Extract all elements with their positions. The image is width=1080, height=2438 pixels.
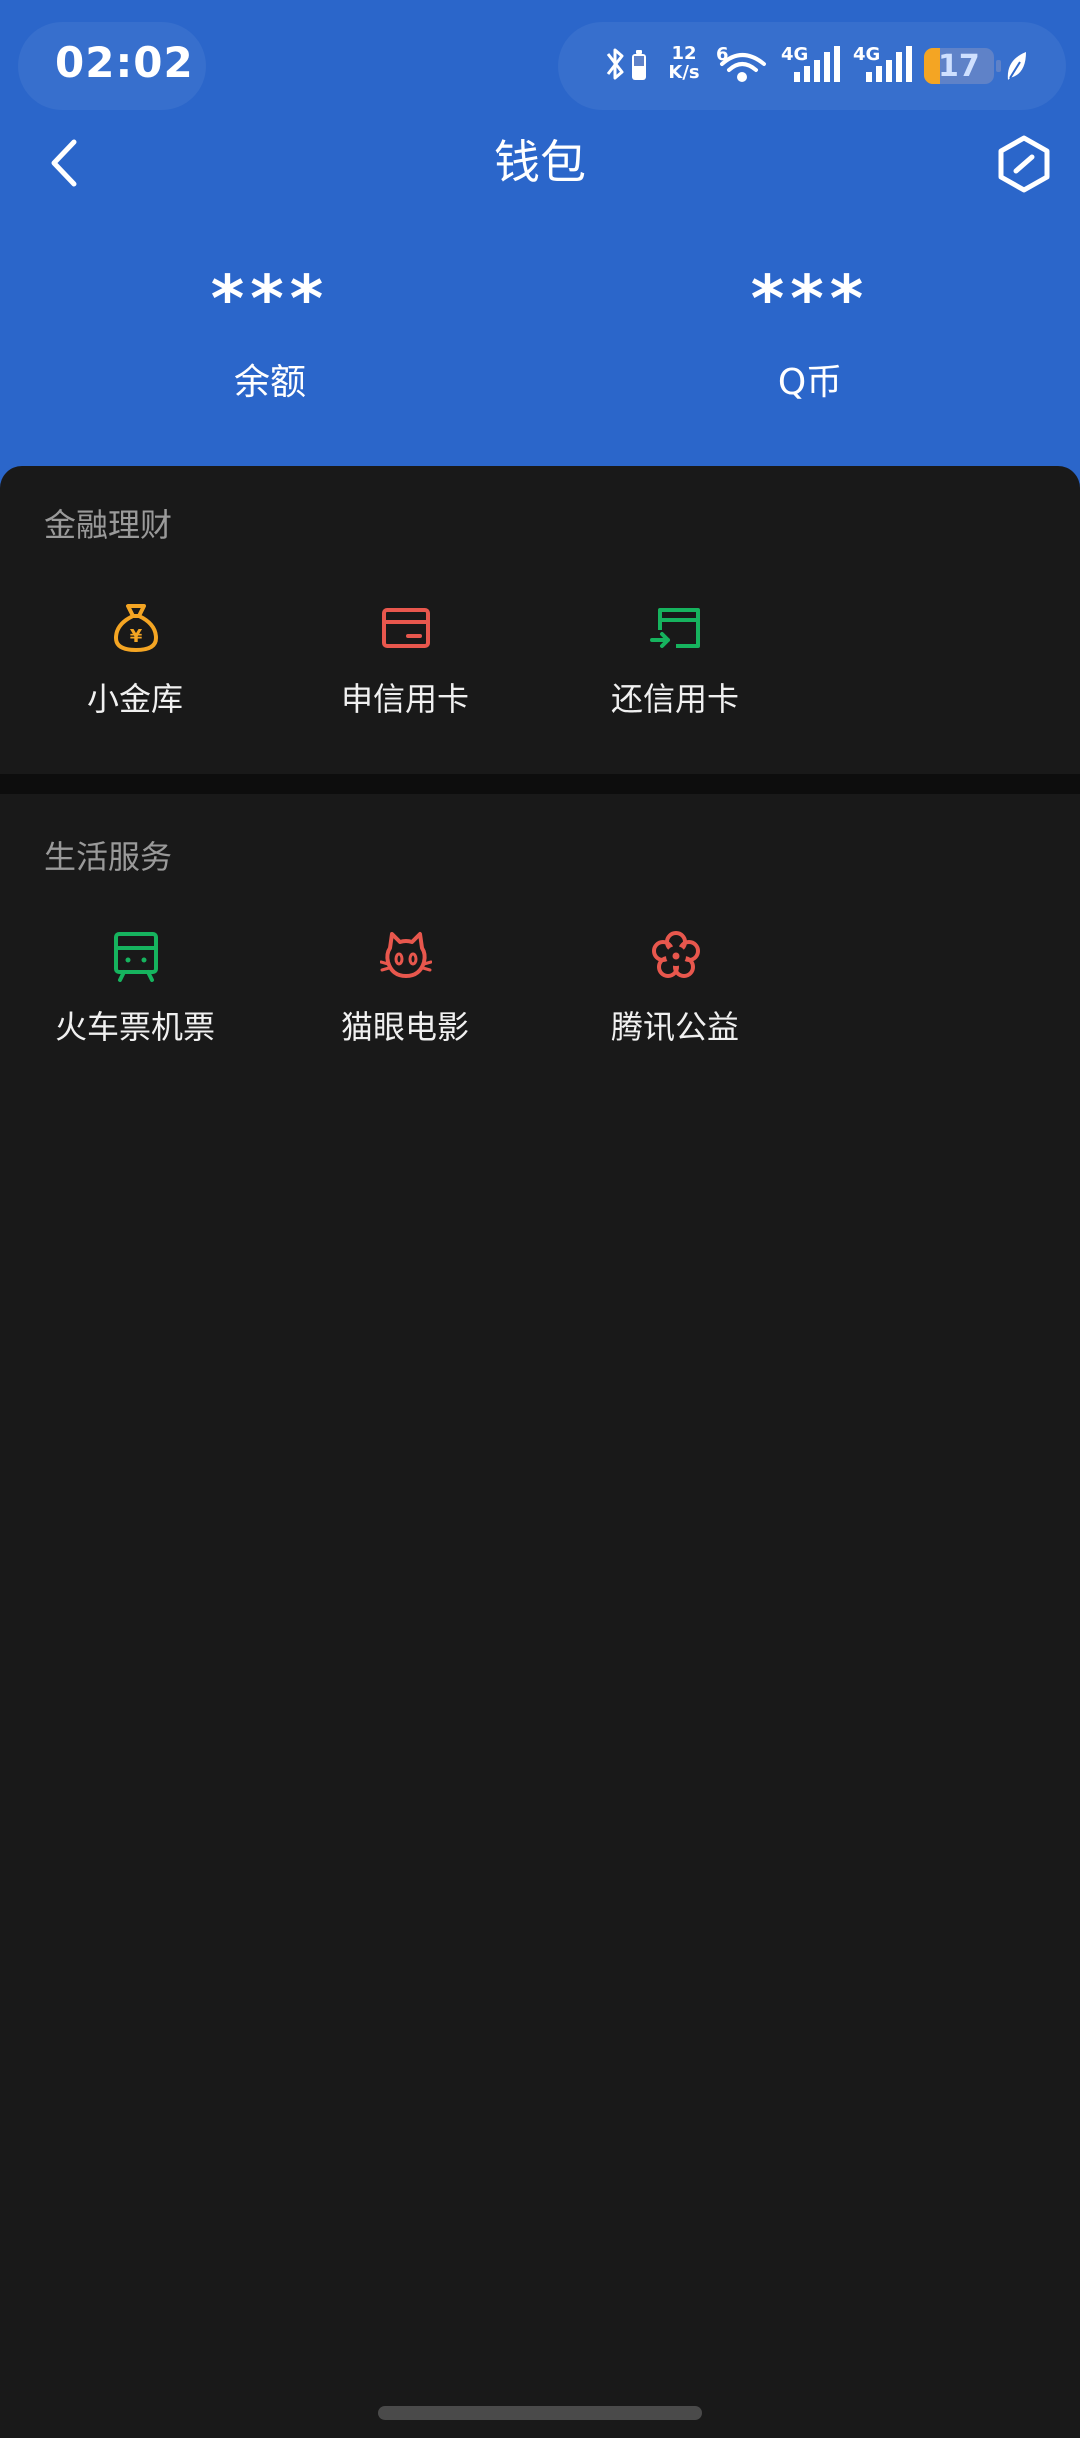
wifi-icon: 6 — [716, 44, 766, 82]
life-item-label: 火车票机票 — [54, 1008, 215, 1046]
finance-item-repay-credit-card[interactable]: 还信用卡 — [550, 602, 800, 752]
life-item-train-flight-tickets[interactable]: 火车票机票 — [10, 930, 260, 1080]
signal-icon-sim1: 4G — [781, 44, 840, 82]
bluetooth-battery-icon — [606, 48, 646, 80]
battery-tip — [996, 60, 1001, 72]
cat-icon — [380, 932, 432, 978]
network-speed: 12 K/s — [662, 44, 706, 82]
section-divider — [0, 774, 1080, 794]
balance-value: *** — [210, 263, 330, 337]
finance-item-label: 还信用卡 — [610, 680, 739, 718]
network-speed-unit: K/s — [668, 62, 700, 83]
signal1-label: 4G — [781, 44, 808, 65]
qcoin-label: Q币 — [777, 362, 843, 403]
life-section-title: 生活服务 — [44, 838, 173, 876]
battery-indicator: 17 — [924, 48, 994, 84]
finance-section-title: 金融理财 — [44, 506, 173, 544]
finance-item-apply-credit-card[interactable]: 申信用卡 — [280, 602, 530, 752]
finance-item-small-vault[interactable]: ¥ 小金库 — [10, 602, 260, 752]
svg-text:¥: ¥ — [130, 626, 143, 647]
signal-icon-sim2: 4G — [853, 44, 912, 82]
life-item-maoyan-movies[interactable]: 猫眼电影 — [280, 930, 530, 1080]
signal2-label: 4G — [853, 44, 880, 65]
life-item-tencent-charity[interactable]: 腾讯公益 — [550, 930, 800, 1080]
hexagon-settings-icon — [998, 135, 1050, 193]
battery-percent: 17 — [938, 49, 980, 84]
flower-icon — [652, 931, 700, 978]
page-title: 钱包 — [494, 135, 586, 189]
finance-item-label: 申信用卡 — [340, 680, 469, 718]
back-arrow-icon — [51, 139, 77, 187]
qcoin-summary[interactable]: *** Q币 — [660, 262, 960, 406]
life-item-label: 猫眼电影 — [340, 1008, 469, 1046]
life-services-panel: 生活服务 火车票机票 猫眼电影 腾讯公益 — [0, 794, 1080, 2438]
credit-card-icon — [382, 608, 430, 648]
card-repay-icon — [650, 608, 700, 648]
network-speed-value: 12 — [671, 43, 697, 64]
life-item-label: 腾讯公益 — [610, 1008, 739, 1046]
money-bag-icon: ¥ — [114, 604, 158, 652]
back-button[interactable] — [40, 130, 92, 196]
balance-summary[interactable]: *** 余额 — [120, 262, 420, 406]
status-time: 02:02 — [55, 38, 194, 87]
finance-panel: 金融理财 ¥ 小金库 申信用卡 还信用卡 — [0, 466, 1080, 774]
qcoin-value: *** — [750, 263, 870, 337]
balance-label: 余额 — [233, 362, 306, 403]
train-icon — [114, 932, 158, 982]
leaf-icon — [1007, 52, 1026, 80]
finance-item-label: 小金库 — [86, 680, 183, 718]
home-indicator[interactable] — [378, 2406, 702, 2420]
settings-button[interactable] — [994, 134, 1054, 194]
